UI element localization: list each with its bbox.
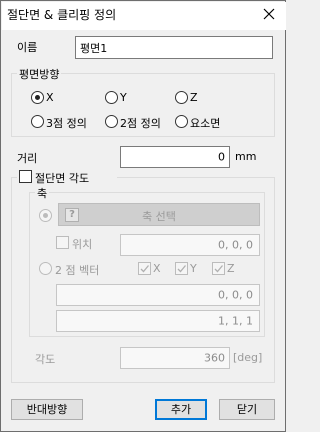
vector-z-checkbox[interactable] [212, 262, 225, 275]
radio-y[interactable] [105, 91, 118, 104]
vector-point1-input[interactable]: 0, 0, 0 [56, 284, 260, 306]
radio-element-face-label: 요소면 [190, 117, 221, 130]
vector-y-label: Y [190, 262, 197, 275]
close-icon[interactable] [258, 3, 280, 25]
angle-unit: [deg] [233, 351, 263, 364]
vector-y-checkbox[interactable] [175, 262, 188, 275]
distance-input[interactable]: 0 [120, 146, 230, 168]
radio-axis-select[interactable] [39, 209, 52, 222]
radio-z-label: Z [190, 91, 198, 104]
radio-two-point-vector[interactable] [39, 262, 52, 275]
radio-3point-label: 3점 정의 [46, 117, 87, 130]
radio-y-label: Y [120, 91, 127, 104]
section-angle-label: 절단면 각도 [35, 172, 90, 185]
radio-z[interactable] [175, 91, 188, 104]
position-input[interactable]: 0, 0, 0 [120, 234, 260, 256]
vector-point2-value: 1, 1, 1 [218, 314, 253, 328]
vector-x-label: X [153, 262, 161, 275]
name-label: 이름 [17, 41, 38, 54]
axis-select-button[interactable]: ? 축 선택 [58, 203, 260, 226]
window-title: 절단면 & 클리핑 정의 [7, 8, 117, 22]
radio-3point[interactable] [31, 115, 44, 128]
distance-label: 거리 [17, 152, 38, 165]
name-input-value: 평면1 [80, 41, 108, 55]
vector-z-label: Z [227, 262, 235, 275]
close-button[interactable]: 닫기 [219, 399, 275, 420]
distance-input-value: 0 [218, 150, 225, 164]
vector-point1-value: 0, 0, 0 [218, 288, 253, 302]
position-label: 위치 [72, 238, 93, 251]
vector-point2-input[interactable]: 1, 1, 1 [56, 310, 260, 332]
radio-2point[interactable] [105, 115, 118, 128]
radio-x[interactable] [31, 91, 44, 104]
radio-2point-label: 2점 정의 [120, 117, 161, 130]
two-point-vector-label: 2 점 벡터 [55, 264, 100, 277]
axis-group-label: 축 [35, 185, 50, 201]
radio-element-face[interactable] [175, 115, 188, 128]
name-input[interactable]: 평면1 [75, 36, 273, 59]
radio-x-label: X [46, 91, 54, 104]
position-input-value: 0, 0, 0 [218, 238, 253, 252]
angle-label: 각도 [35, 353, 56, 366]
reverse-direction-button[interactable]: 반대방향 [11, 399, 83, 420]
plane-direction-label: 평면방향 [17, 66, 62, 82]
angle-input[interactable]: 360 [120, 347, 230, 369]
distance-unit: mm [235, 150, 257, 163]
position-checkbox[interactable] [56, 236, 69, 249]
axis-select-label: 축 선택 [142, 210, 176, 223]
vector-x-checkbox[interactable] [138, 262, 151, 275]
add-button[interactable]: 추가 [155, 399, 207, 420]
angle-input-value: 360 [204, 351, 225, 365]
section-angle-checkbox[interactable] [19, 170, 32, 183]
